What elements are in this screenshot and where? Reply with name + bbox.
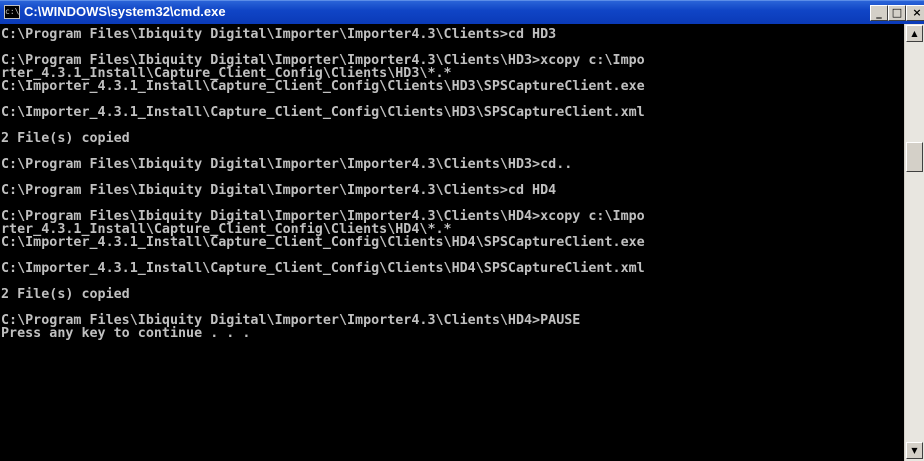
console-line: C:\Importer_4.3.1_Install\Capture_Client… bbox=[0, 260, 645, 276]
console-line: C:\Program Files\Ibiquity Digital\Import… bbox=[0, 26, 557, 42]
scroll-down-button[interactable]: ▼ bbox=[906, 442, 923, 459]
window-title: C:\WINDOWS\system32\cmd.exe bbox=[24, 4, 226, 19]
console-line: C:\Program Files\Ibiquity Digital\Import… bbox=[0, 156, 573, 172]
console-line: 2 File(s) copied bbox=[0, 286, 130, 302]
console-line: C:\Importer_4.3.1_Install\Capture_Client… bbox=[0, 104, 645, 120]
minimize-button[interactable]: _ bbox=[870, 5, 888, 21]
console-line: C:\Program Files\Ibiquity Digital\Import… bbox=[0, 182, 557, 198]
console-line: 2 File(s) copied bbox=[0, 130, 130, 146]
console-line: Press any key to continue . . . bbox=[0, 325, 251, 341]
console-output[interactable]: C:\Program Files\Ibiquity Digital\Import… bbox=[0, 24, 904, 461]
maximize-button[interactable]: □ bbox=[888, 5, 906, 21]
close-button[interactable]: × bbox=[906, 5, 924, 21]
console-line: C:\Importer_4.3.1_Install\Capture_Client… bbox=[0, 234, 645, 250]
cmd-icon[interactable]: c:\ bbox=[4, 5, 20, 19]
title-bar[interactable]: c:\ C:\WINDOWS\system32\cmd.exe _ □ × bbox=[0, 0, 924, 24]
vertical-scrollbar[interactable]: ▲ ▼ bbox=[904, 24, 924, 461]
cmd-window: c:\ C:\WINDOWS\system32\cmd.exe _ □ × C:… bbox=[0, 0, 924, 461]
console-text: C:\Program Files\Ibiquity Digital\Import… bbox=[0, 24, 895, 340]
scroll-thumb[interactable] bbox=[906, 142, 923, 172]
scroll-up-button[interactable]: ▲ bbox=[906, 25, 923, 42]
console-line: C:\Importer_4.3.1_Install\Capture_Client… bbox=[0, 78, 645, 94]
